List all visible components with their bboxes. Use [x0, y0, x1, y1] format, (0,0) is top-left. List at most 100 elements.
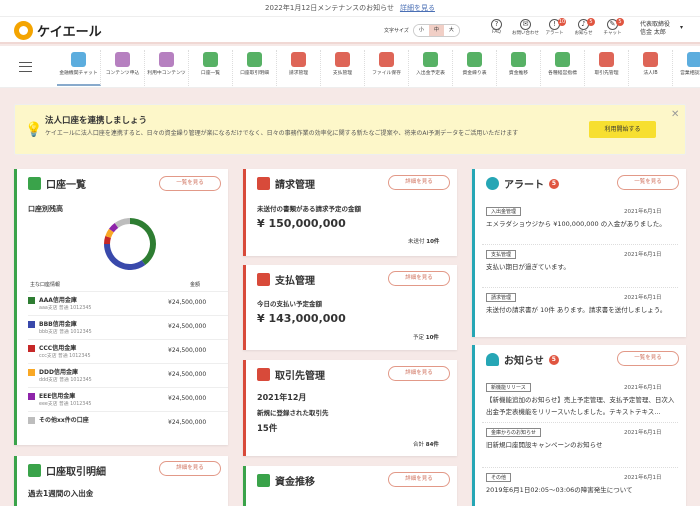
- account-row[interactable]: その他xx件の口座 ¥24,500,000: [28, 411, 228, 433]
- news-count-badge: 5: [548, 354, 559, 365]
- menu-item-2[interactable]: 利用中コンテンツ: [145, 50, 189, 86]
- col-name-header: 主な口座情報: [30, 282, 61, 288]
- lightbulb-icon: 💡: [25, 122, 43, 138]
- app-logo[interactable]: ケイエール: [14, 21, 102, 40]
- account-row[interactable]: DDD信用金庫 ddd支店 普通 1012345 ¥24,500,000: [28, 363, 228, 385]
- menu-item-12[interactable]: 取引先管理: [585, 50, 629, 86]
- menu-item-label: 資金推移: [508, 71, 529, 76]
- start-button[interactable]: 利用開始する: [589, 121, 656, 138]
- menu-icon: [643, 52, 658, 67]
- header-icons: ? FAQ ✉ お問い合わせ! 10 アラート ♪ 5 お知らせ ✎ 5 チャット: [482, 18, 627, 36]
- menu-item-3[interactable]: 口座一覧: [189, 50, 233, 86]
- badge: 5: [616, 18, 624, 26]
- account-color-swatch: [28, 345, 35, 352]
- account-name: DDD信用金庫: [39, 369, 78, 376]
- accounts-more-button[interactable]: 一覧を見る: [159, 176, 221, 191]
- partners-more-button[interactable]: 詳細を見る: [388, 366, 450, 381]
- menu-item-0[interactable]: 金融機関チャット: [57, 50, 101, 86]
- menu-icon: [159, 52, 174, 67]
- menu-item-11[interactable]: 各種経営指標: [541, 50, 585, 86]
- menu-item-6[interactable]: 支払管理: [321, 50, 365, 86]
- ledger-icon: [28, 464, 41, 477]
- partners-label: 新規に登録された取引先: [257, 409, 329, 417]
- menu-item-9[interactable]: 資金繰り表: [453, 50, 497, 86]
- header: ケイエール 文字サイズ 小 中 大 ? FAQ ✉ お問い合わせ! 10 アラート ♪ 5 お知…: [0, 17, 700, 44]
- header-chat-button[interactable]: ✎ 5 チャット: [598, 18, 627, 36]
- news-more-button[interactable]: 一覧を見る: [617, 351, 679, 366]
- news-text[interactable]: 旧新規口座開設キャンペーンのお知らせ: [486, 439, 676, 451]
- menu-icon: [511, 52, 526, 67]
- cashflow-more-button[interactable]: 詳細を見る: [388, 472, 450, 487]
- news-date: 2021年6月1日: [624, 475, 662, 481]
- billing-more-button[interactable]: 詳細を見る: [388, 175, 450, 190]
- menu-item-7[interactable]: ファイル保存: [365, 50, 409, 86]
- font-small-button[interactable]: 小: [413, 25, 429, 36]
- close-icon[interactable]: ✕: [671, 109, 679, 120]
- menu-icon: [291, 52, 306, 67]
- news-text[interactable]: 2019年6月1日02:05〜03:06の障害発生について: [486, 484, 676, 496]
- alert-label: アラート: [545, 31, 564, 36]
- alerts-text[interactable]: エメラダショウジから ¥100,000,000 の入金がありました。: [486, 218, 676, 230]
- transactions-more-button[interactable]: 詳細を見る: [159, 461, 221, 476]
- partners-foot-label: 合計: [413, 442, 425, 448]
- menu-item-4[interactable]: 口座取引明細: [233, 50, 277, 86]
- billing-foot-label: 未送付: [408, 239, 425, 245]
- badge: 10: [558, 18, 566, 26]
- news-card: お知らせ 5 一覧を見る 新機能リリース 2021年6月1日 【新機能追加のお知らせ…: [472, 345, 686, 506]
- font-large-button[interactable]: 大: [443, 25, 459, 36]
- alerts-text[interactable]: 支払い期日が過ぎています。: [486, 261, 676, 273]
- account-name: EEE信用金庫: [39, 393, 76, 400]
- menu-item-label: 入出金予定表: [416, 71, 445, 76]
- payment-card: 支払管理 詳細を見る 今日の支払い予定金額 ¥ 143,000,000 予定 1…: [243, 265, 457, 350]
- header-mail-button[interactable]: ✉ お問い合わせ: [511, 19, 540, 36]
- header-bell-button[interactable]: ♪ 5 お知らせ: [569, 18, 598, 36]
- notice-text: 2022年1月12日メンテナンスのお知らせ: [265, 4, 394, 12]
- hamburger-menu-icon[interactable]: [19, 62, 32, 72]
- news-text[interactable]: 【新機能追加のお知らせ】売上予定管理、支払予定管理、日次入出金予定表機能をリリー…: [486, 394, 676, 418]
- account-color-swatch: [28, 297, 35, 304]
- menu-item-13[interactable]: 法人IB: [629, 50, 673, 86]
- alerts-divider: [482, 244, 678, 245]
- banner-body: ケイエールに法人口座を連携すると、日々の資金繰り管理が楽になるだけでなく、日々の…: [45, 130, 519, 137]
- invoice-icon: [257, 177, 270, 190]
- alerts-date: 2021年6月1日: [624, 209, 662, 215]
- payment-amount: ¥ 143,000,000: [257, 312, 346, 325]
- menu-item-10[interactable]: 資金推移: [497, 50, 541, 86]
- alerts-tag: 入出金管理: [486, 207, 522, 216]
- font-mid-button[interactable]: 中: [428, 25, 444, 36]
- payment-more-button[interactable]: 詳細を見る: [388, 271, 450, 286]
- account-row[interactable]: EEE信用金庫 eee支店 普通 1012345 ¥24,500,000: [28, 387, 228, 409]
- payment-label: 今日の支払い予定金額: [257, 300, 322, 308]
- header-question-button[interactable]: ? FAQ: [482, 19, 511, 36]
- menu-item-label: 利用中コンテンツ: [147, 71, 186, 76]
- donut-slice: [130, 218, 156, 266]
- logo-icon: [14, 21, 33, 40]
- wallet-icon: [257, 273, 270, 286]
- menu-item-label: 法人IB: [643, 71, 658, 76]
- billing-title: 請求管理: [275, 180, 315, 191]
- user-menu[interactable]: 代表取締役 信金 太郎 ▾: [640, 21, 683, 37]
- menu-item-1[interactable]: コンテンツ申込: [101, 50, 145, 86]
- alerts-tag: 請求管理: [486, 293, 517, 302]
- menu-item-14[interactable]: 営業相談窓口: [673, 50, 700, 86]
- news-title: お知らせ: [504, 356, 544, 367]
- transactions-sub: 過去1週間の入出金: [28, 489, 94, 498]
- account-row[interactable]: BBB信用金庫 bbb支店 普通 1012345 ¥24,500,000: [28, 315, 228, 337]
- balance-donut-chart: [104, 218, 156, 270]
- account-row[interactable]: AAA信用金庫 aaa支店 普通 1012345 ¥24,500,000: [28, 291, 228, 313]
- account-row[interactable]: CCC信用金庫 ccc支店 普通 1012345 ¥24,500,000: [28, 339, 228, 361]
- accounts-subtitle: 口座別残高: [28, 205, 63, 213]
- menu-item-label: 支払管理: [332, 71, 353, 76]
- menu-item-5[interactable]: 請求管理: [277, 50, 321, 86]
- billing-label: 未送付の書類がある請求予定の金額: [257, 205, 361, 213]
- alerts-more-button[interactable]: 一覧を見る: [617, 175, 679, 190]
- notice-link[interactable]: 詳細を見る: [400, 4, 435, 12]
- alerts-tag: 支払管理: [486, 250, 517, 259]
- billing-card: 請求管理 詳細を見る 未送付の書類がある請求予定の金額 ¥ 150,000,00…: [243, 169, 457, 256]
- alerts-text[interactable]: 未送付の請求書が 10件 あります。請求書を送付しましょう。: [486, 304, 676, 316]
- font-size-label: 文字サイズ: [384, 28, 409, 34]
- header-alert-button[interactable]: ! 10 アラート: [540, 18, 569, 36]
- menu-item-8[interactable]: 入出金予定表: [409, 50, 453, 86]
- menu-icon: [555, 52, 570, 67]
- account-name: AAA信用金庫: [39, 297, 77, 304]
